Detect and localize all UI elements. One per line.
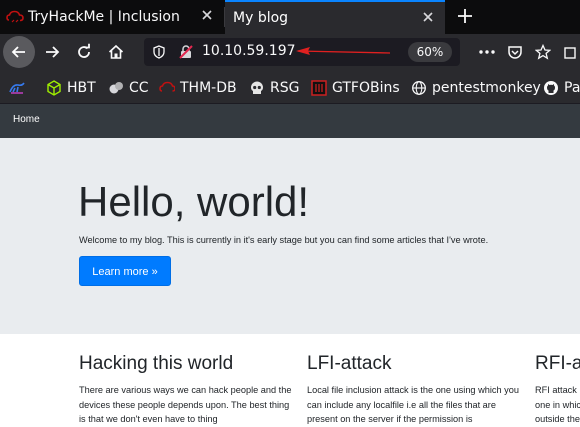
tryhackme-favicon-icon bbox=[6, 10, 24, 23]
learn-more-button[interactable]: Learn more » bbox=[79, 256, 171, 286]
reload-button[interactable] bbox=[69, 37, 99, 67]
arrow-right-icon bbox=[46, 46, 60, 58]
bookmark-label: RSG bbox=[270, 80, 300, 96]
bookmark-pentestmonkey[interactable]: pentestmonkey bbox=[411, 79, 541, 97]
gtfobins-icon bbox=[311, 80, 327, 96]
bookmark-github[interactable]: Pa bbox=[543, 79, 580, 97]
globe-icon bbox=[412, 81, 426, 95]
more-dots-icon bbox=[479, 50, 495, 54]
thm-icon bbox=[159, 81, 175, 92]
article-text-line: one in whic bbox=[535, 399, 580, 410]
home-button[interactable] bbox=[101, 37, 131, 67]
cube-icon bbox=[47, 80, 61, 96]
cc-icon bbox=[109, 82, 123, 94]
page-lead-text: Welcome to my blog. This is currently in… bbox=[79, 235, 489, 245]
back-button[interactable] bbox=[3, 36, 35, 68]
site-navbar: Home bbox=[0, 104, 580, 138]
article-column: LFI-attack Local file inclusion attack i… bbox=[307, 353, 522, 427]
pocket-icon bbox=[508, 46, 522, 59]
insecure-connection-lock-icon[interactable] bbox=[178, 44, 194, 60]
tab-title: TryHackMe | Inclusion bbox=[28, 9, 180, 25]
article-column: RFI-a RFI attack one in whic outside the bbox=[535, 353, 580, 427]
navigation-toolbar: 10.10.59.197 60% bbox=[0, 34, 580, 72]
article-column: Hacking this world There are various way… bbox=[79, 353, 294, 427]
bookmark-label: THM-DB bbox=[180, 80, 237, 96]
bookmark-label: pentestmonkey bbox=[432, 80, 541, 96]
jumbotron: Hello, world! Welcome to my blog. This i… bbox=[0, 138, 580, 334]
page-actions-button[interactable] bbox=[477, 42, 497, 62]
forward-button[interactable] bbox=[37, 37, 67, 67]
bookmarks-toolbar: HBT CC THM-DB RSG GTFOBins pentestmonkey… bbox=[0, 72, 580, 104]
bookmark-label: GTFOBins bbox=[332, 80, 400, 96]
skull-icon bbox=[251, 81, 263, 94]
tracking-protection-shield-icon[interactable] bbox=[152, 45, 166, 59]
tab-title: My blog bbox=[233, 10, 289, 26]
article-heading: LFI-attack bbox=[307, 353, 392, 374]
home-icon bbox=[108, 44, 124, 59]
tab-tryhackme[interactable]: TryHackMe | Inclusion bbox=[0, 0, 224, 34]
url-text[interactable]: 10.10.59.197 bbox=[202, 43, 296, 59]
close-tab-icon[interactable] bbox=[421, 10, 435, 24]
tab-my-blog[interactable]: My blog bbox=[225, 0, 445, 34]
bookmark-hbt[interactable]: HBT bbox=[46, 79, 96, 97]
bookmark-thm-db[interactable]: THM-DB bbox=[159, 79, 237, 97]
arrow-left-icon bbox=[11, 46, 25, 58]
bookmark-cc[interactable]: CC bbox=[108, 79, 149, 97]
bookmark-label: Pa bbox=[564, 80, 580, 96]
annotation-arrow-icon bbox=[296, 47, 391, 55]
zoom-level-badge[interactable]: 60% bbox=[408, 42, 452, 62]
bookmark-gtfobins[interactable]: GTFOBins bbox=[311, 79, 400, 97]
extension-icon bbox=[564, 47, 576, 59]
reload-icon bbox=[78, 43, 90, 58]
pocket-button[interactable] bbox=[505, 42, 525, 62]
article-text: There are various ways we can hack peopl… bbox=[79, 385, 292, 424]
article-text: Local file inclusion attack is the one u… bbox=[307, 385, 519, 424]
tab-strip: TryHackMe | Inclusion My blog bbox=[0, 0, 580, 34]
close-tab-icon[interactable] bbox=[200, 8, 214, 22]
article-heading: RFI-a bbox=[535, 353, 580, 374]
bookmark-label: CC bbox=[129, 80, 149, 96]
extension-button[interactable] bbox=[561, 42, 580, 62]
article-heading: Hacking this world bbox=[79, 353, 234, 374]
bookmark-rsg[interactable]: RSG bbox=[249, 79, 299, 97]
kali-dragon-icon bbox=[9, 82, 25, 94]
bookmark-kali[interactable] bbox=[9, 79, 30, 97]
article-text-line: outside the bbox=[535, 414, 580, 424]
article-text-line: RFI attack bbox=[535, 385, 577, 395]
bookmark-label: HBT bbox=[67, 80, 96, 96]
nav-home-link[interactable]: Home bbox=[13, 114, 40, 125]
github-icon bbox=[544, 81, 558, 95]
new-tab-plus-icon[interactable] bbox=[455, 6, 475, 26]
star-icon bbox=[535, 44, 551, 60]
bookmark-star-button[interactable] bbox=[533, 42, 553, 62]
page-title: Hello, world! bbox=[78, 178, 310, 225]
